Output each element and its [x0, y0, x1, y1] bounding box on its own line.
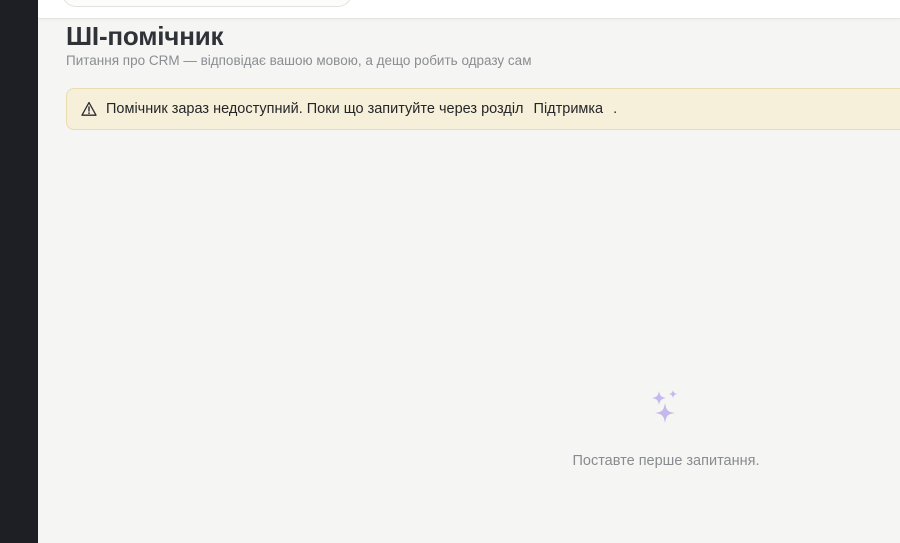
- sidebar: [0, 0, 38, 543]
- page-title: ШІ-помічник: [66, 21, 224, 51]
- unavailable-notice: Помічник зараз недоступний. Поки що запи…: [66, 88, 900, 130]
- search-input[interactable]: [62, 0, 352, 7]
- top-bar: [38, 0, 900, 19]
- main-content: ШІ-помічник Питання про CRM — відповідає…: [38, 19, 900, 543]
- sparkle-icon: [652, 390, 677, 423]
- notice-text: Помічник зараз недоступний. Поки що запи…: [106, 101, 524, 117]
- empty-state: Поставте перше запитання.: [538, 389, 794, 469]
- notice-suffix: .: [613, 101, 618, 117]
- page-subtitle: Питання про CRM — відповідає вашою мовою…: [66, 53, 532, 68]
- warning-triangle-icon: [81, 101, 97, 117]
- support-link[interactable]: Підтримка: [534, 101, 604, 117]
- empty-state-text: Поставте перше запитання.: [572, 453, 760, 469]
